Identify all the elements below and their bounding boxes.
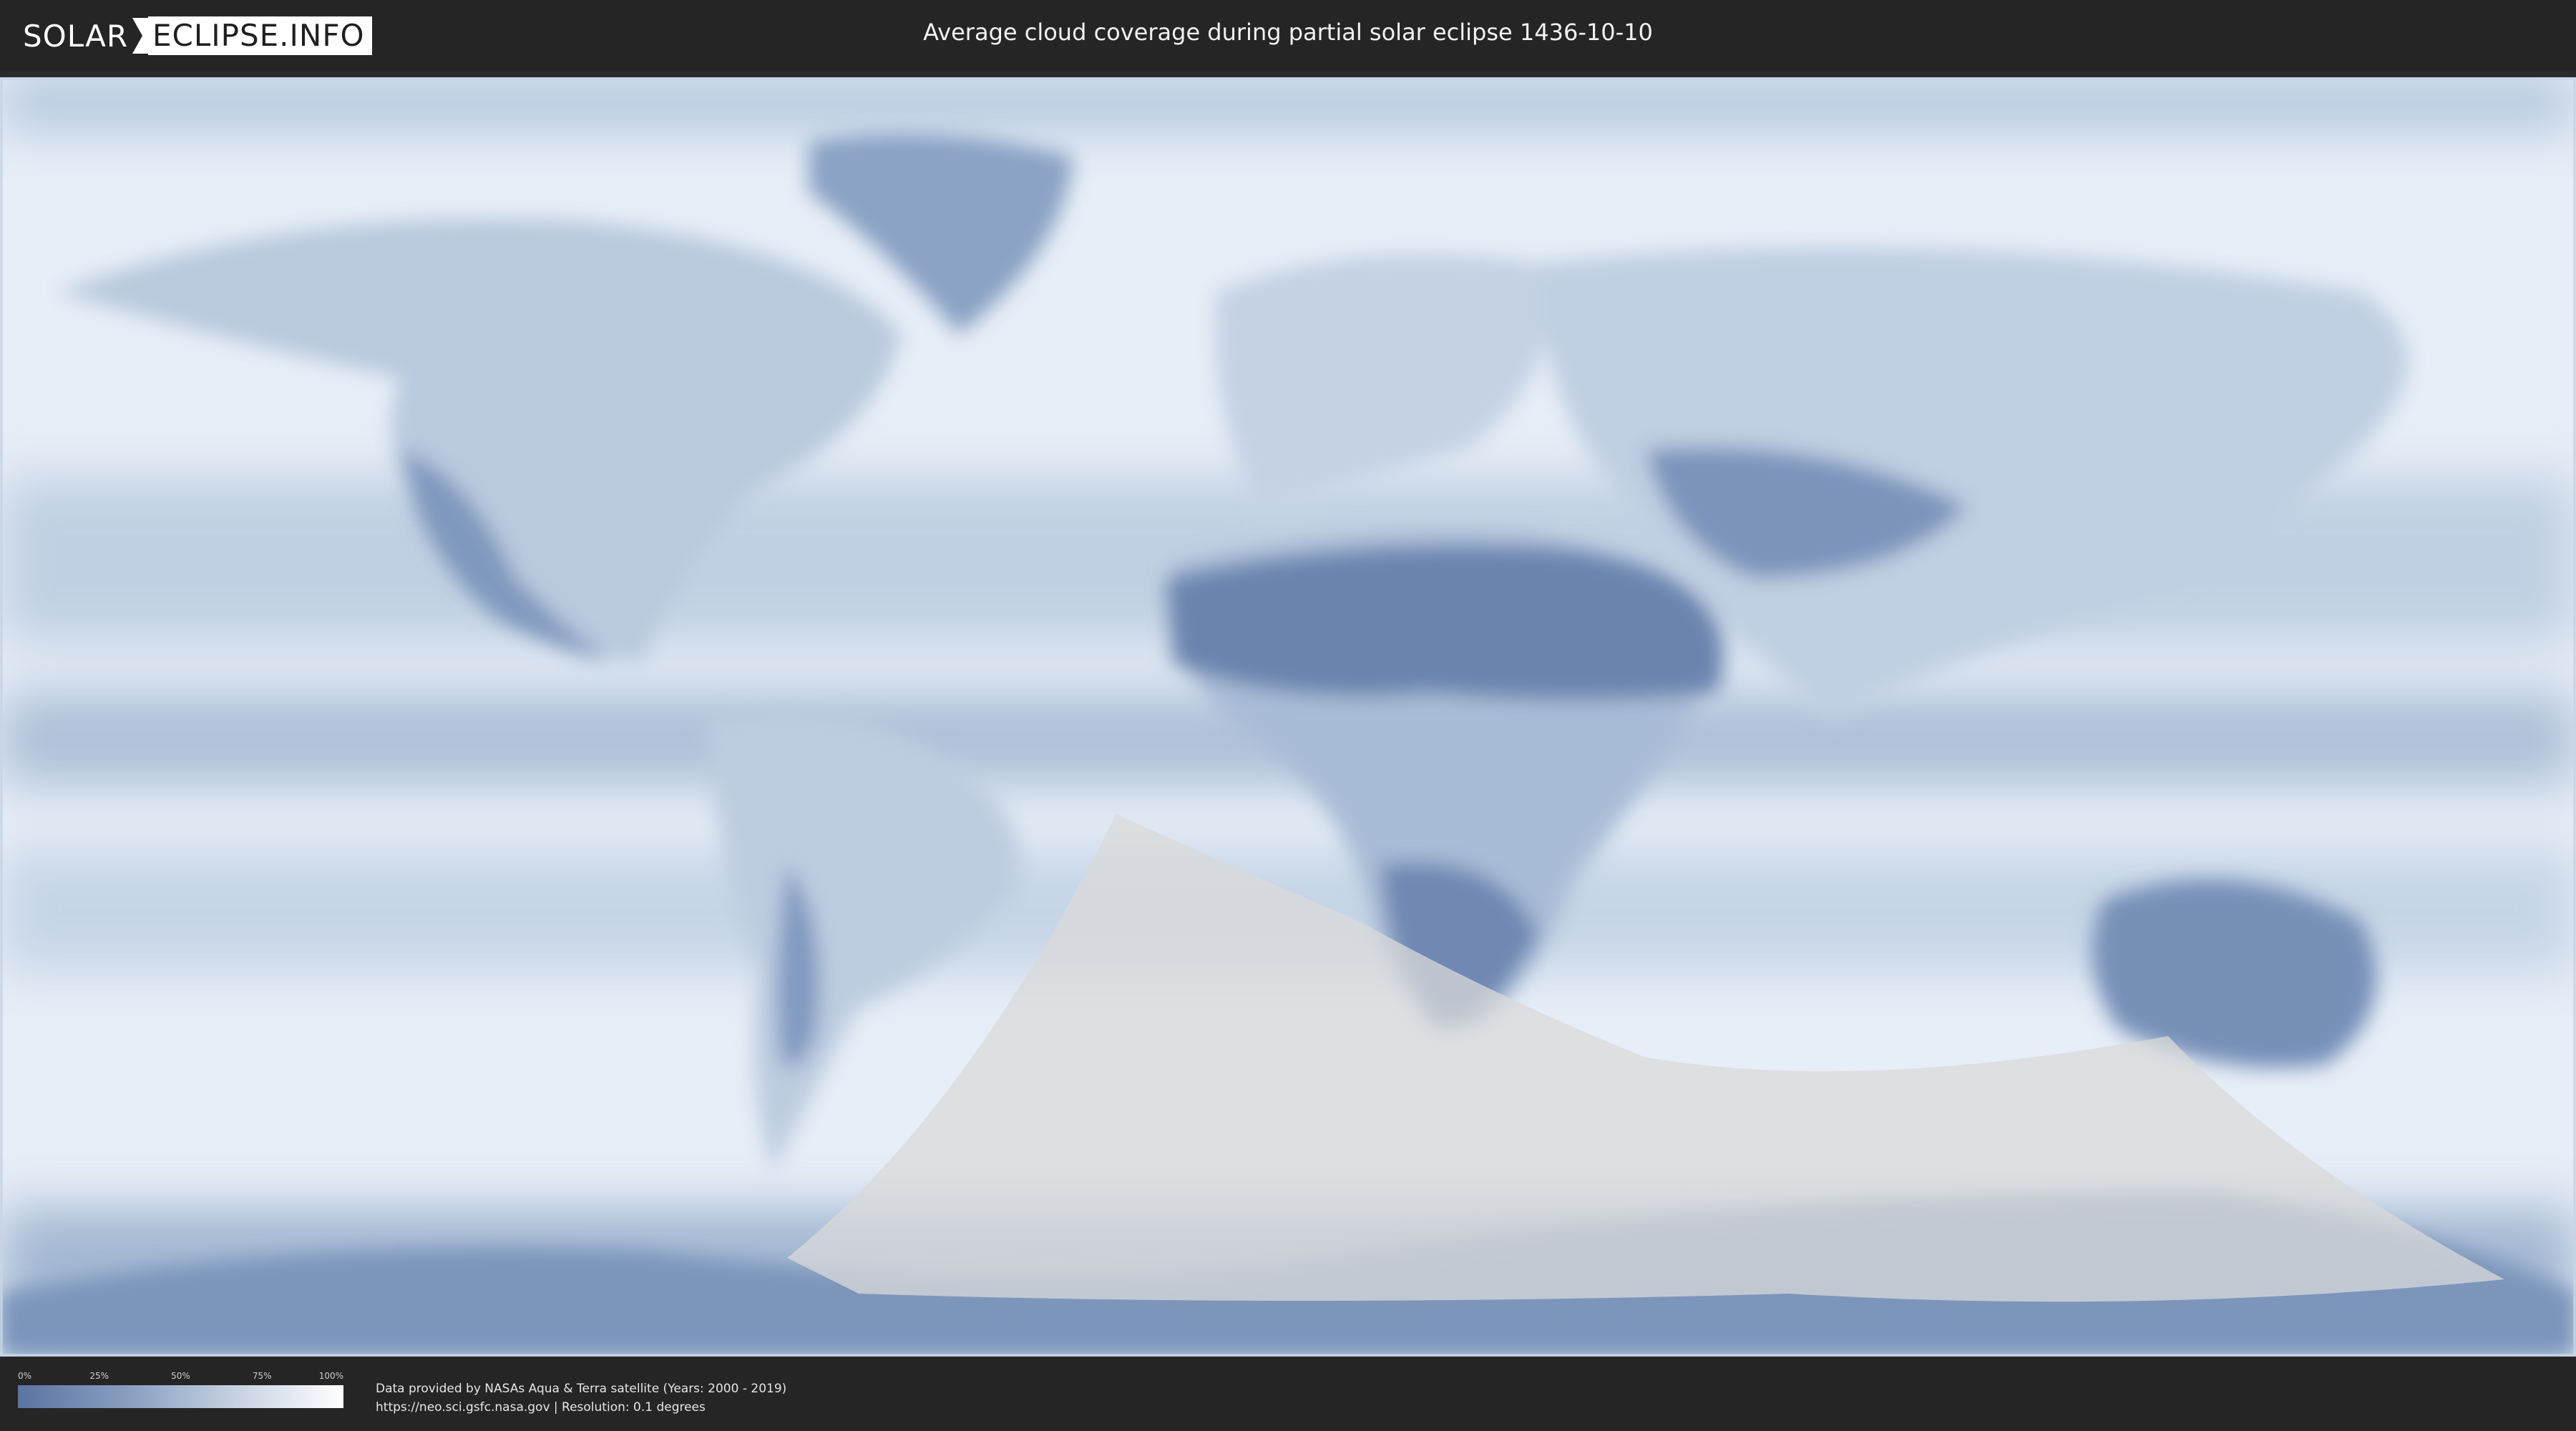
legend-ticks: 0% 25% 50% 75% 100% (18, 1371, 343, 1385)
world-map-graphic (0, 77, 2576, 1357)
attribution-line-source: Data provided by NASAs Aqua & Terra sate… (376, 1382, 787, 1396)
legend-tick-50: 50% (171, 1371, 190, 1381)
legend-gradient-bar (18, 1385, 343, 1408)
legend-tick-100: 100% (318, 1371, 343, 1381)
attribution-line-url: https://neo.sci.gsfc.nasa.gov | Resoluti… (376, 1400, 706, 1415)
legend-tick-0: 0% (18, 1371, 32, 1381)
cloud-coverage-legend: 0% 25% 50% 75% 100% (18, 1371, 343, 1408)
cloud-coverage-map[interactable] (0, 77, 2576, 1357)
footer-bar: 0% 25% 50% 75% 100% Data provided by NAS… (0, 1357, 2576, 1431)
legend-tick-75: 75% (252, 1371, 272, 1381)
legend-tick-25: 25% (89, 1371, 109, 1381)
page-title: Average cloud coverage during partial so… (923, 19, 1653, 46)
data-attribution: Data provided by NASAs Aqua & Terra sate… (376, 1379, 786, 1417)
header-bar: SOLAR ECLIPSE.INFO Average cloud coverag… (0, 0, 2576, 72)
